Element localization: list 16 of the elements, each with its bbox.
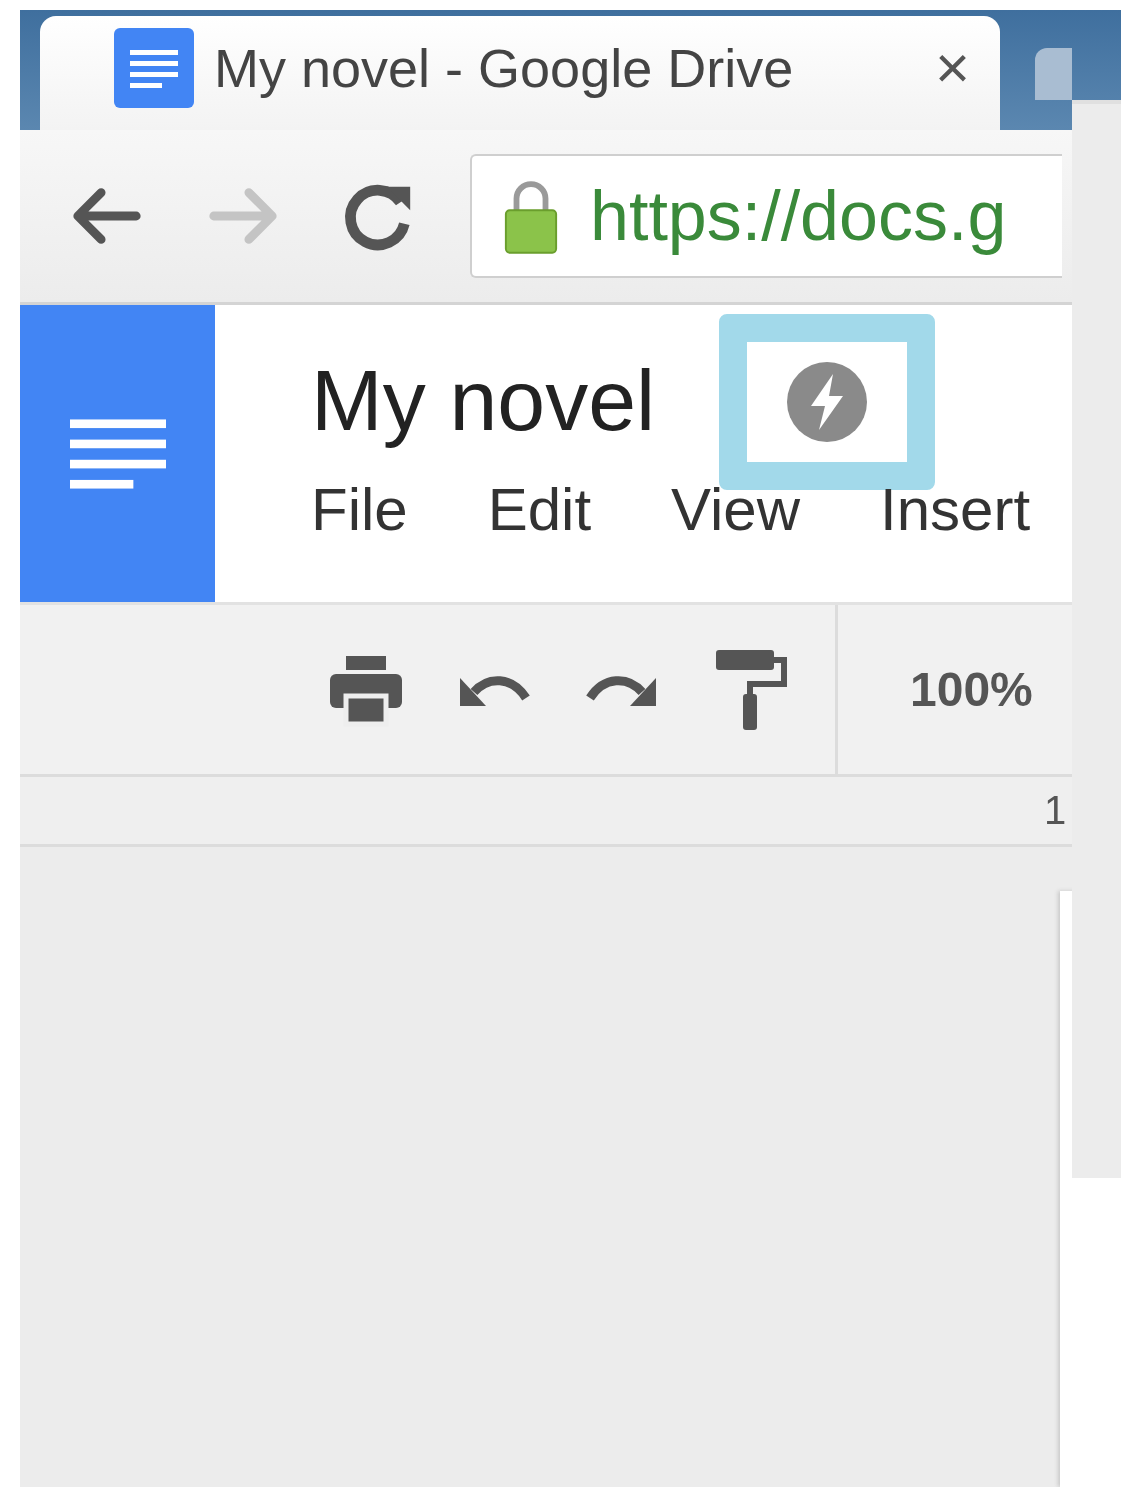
ruler-number: 1 bbox=[1044, 788, 1067, 833]
browser-tab[interactable]: My novel - Google Drive × bbox=[40, 16, 1000, 130]
menu-item[interactable]: Insert bbox=[880, 475, 1031, 544]
menu-item[interactable]: Edit bbox=[487, 475, 592, 544]
lightning-icon[interactable] bbox=[787, 362, 868, 442]
address-bar[interactable]: https://docs.g bbox=[470, 154, 1062, 278]
document-lines-icon bbox=[69, 418, 166, 489]
tab-title: My novel - Google Drive bbox=[214, 37, 795, 99]
docs-logo[interactable] bbox=[20, 305, 215, 602]
menu-item[interactable]: View bbox=[671, 475, 801, 544]
document-icon bbox=[114, 28, 194, 108]
url-text: https://docs.g bbox=[590, 176, 1007, 256]
zoom-dropdown[interactable]: 100% bbox=[910, 662, 1033, 717]
close-tab-button[interactable]: × bbox=[934, 38, 970, 98]
document-title[interactable]: My novel bbox=[311, 350, 656, 450]
menu-item[interactable]: File bbox=[311, 475, 408, 544]
